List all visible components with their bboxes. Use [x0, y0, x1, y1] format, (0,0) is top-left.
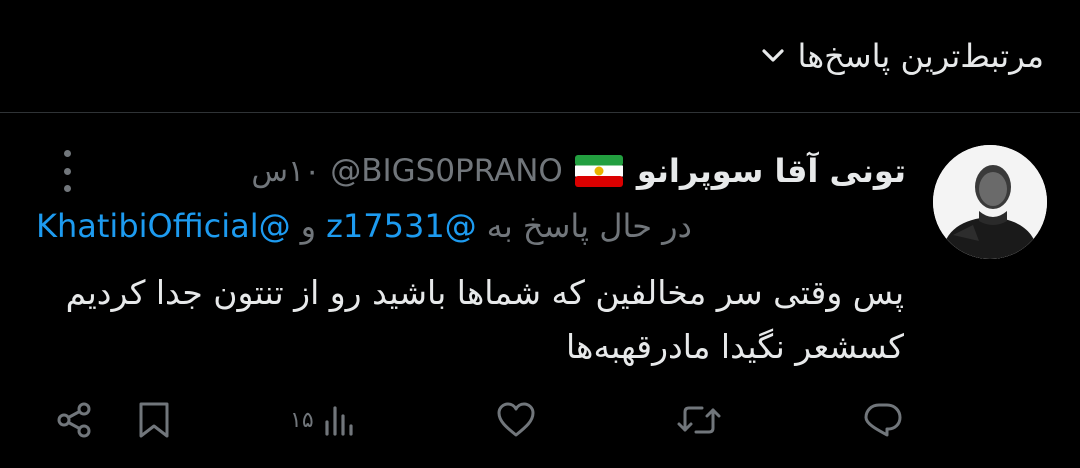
views-button[interactable]: ۱۵ [290, 392, 358, 448]
chevron-down-icon[interactable] [761, 49, 784, 63]
tweet-time[interactable]: ۱۰س [251, 154, 320, 189]
tweet-text: پس وقتی سر مخالفین که شماها باشید رو از … [65, 273, 904, 366]
replying-to: در حال پاسخ به @z17531 و @KhatibiOfficia… [36, 202, 904, 250]
sort-bar[interactable]: مرتبط‌ترین پاسخ‌ها [0, 0, 1080, 112]
tweet-header: ۱۰س @BIGS0PRANO تونی آقا سوپرانو [40, 148, 906, 194]
mention-link-1[interactable]: @z17531 [326, 207, 477, 245]
reply-icon[interactable] [862, 392, 904, 448]
action-bar: ۱۵ [0, 392, 1080, 448]
views-count: ۱۵ [290, 407, 314, 433]
sort-label[interactable]: مرتبط‌ترین پاسخ‌ها [798, 37, 1044, 75]
more-icon[interactable] [52, 150, 82, 192]
reply-conjunction: و [300, 207, 317, 245]
display-name[interactable]: تونی آقا سوپرانو [637, 152, 906, 190]
mention-link-2[interactable]: @KhatibiOfficial [36, 207, 291, 245]
avatar[interactable] [933, 145, 1047, 259]
flag-icon [574, 155, 623, 187]
divider [0, 112, 1080, 113]
like-icon[interactable] [496, 392, 536, 448]
retweet-icon[interactable] [676, 392, 722, 448]
user-handle[interactable]: @BIGS0PRANO [330, 153, 563, 189]
share-icon[interactable] [54, 392, 94, 448]
bookmark-icon[interactable] [136, 392, 172, 448]
views-icon [322, 400, 358, 440]
reply-prefix: در حال پاسخ به [486, 207, 692, 245]
